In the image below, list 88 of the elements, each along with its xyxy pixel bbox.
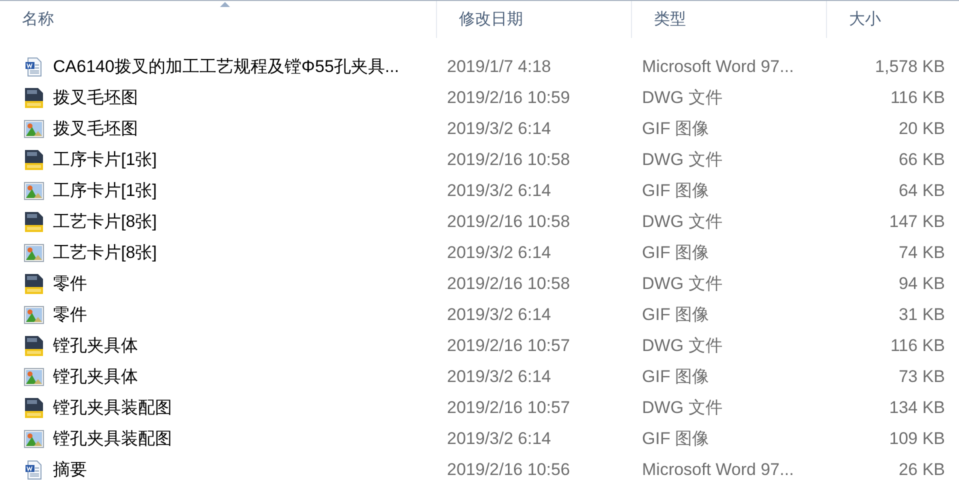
modified-date: 2019/2/16 10:57 [447,398,570,417]
modified-date: 2019/3/2 6:14 [447,180,551,200]
column-header[interactable]: 修改日期 [437,1,632,38]
file-name: 镗孔夹具体 [53,334,138,357]
file-size: 20 KB [898,118,945,140]
file-name: 镗孔夹具装配图 [53,396,172,419]
file-type: GIF 图像 [642,242,710,262]
file-size: 66 KB [898,148,945,171]
file-row[interactable]: 工序卡片[1张] 2019/3/2 6:14 GIF 图像 64 KB [0,175,959,206]
file-type: DWG 文件 [642,274,722,293]
file-row[interactable]: 零件 2019/3/2 6:14 GIF 图像 31 KB [0,299,959,330]
modified-date: 2019/3/2 6:14 [447,304,551,324]
modified-date: 2019/2/16 10:56 [447,460,570,479]
file-size: 116 KB [890,334,945,357]
file-row[interactable]: 镗孔夹具体 2019/3/2 6:14 GIF 图像 73 KB [0,361,959,392]
file-name: 工序卡片[1张] [53,148,157,171]
file-size: 147 KB [889,210,945,233]
file-row[interactable]: 镗孔夹具装配图 2019/3/2 6:14 GIF 图像 109 KB [0,423,959,454]
file-type: GIF 图像 [642,304,710,324]
file-row[interactable]: 镗孔夹具装配图 2019/2/16 10:57 DWG 文件 134 KB [0,392,959,423]
file-type: DWG 文件 [642,398,722,417]
file-size: 116 KB [890,86,945,109]
modified-date: 2019/3/2 6:14 [447,118,551,138]
file-name: 零件 [53,304,87,326]
drawing-file-icon [24,86,44,108]
modified-date: 2019/2/16 10:58 [447,212,570,231]
file-name: 镗孔夹具装配图 [53,428,172,450]
file-type: GIF 图像 [642,366,710,386]
file-name: 工艺卡片[8张] [53,210,157,233]
modified-date: 2019/3/2 6:14 [447,428,551,448]
file-type: DWG 文件 [642,88,722,107]
file-row[interactable]: 工艺卡片[8张] 2019/3/2 6:14 GIF 图像 74 KB [0,237,959,268]
file-size: 64 KB [898,180,945,202]
image-file-icon [24,182,44,200]
file-name: 零件 [53,272,87,295]
file-row[interactable]: 零件 2019/2/16 10:58 DWG 文件 94 KB [0,268,959,299]
file-row[interactable]: 拨叉毛坯图 2019/2/16 10:59 DWG 文件 116 KB [0,82,959,113]
file-row[interactable]: CA6140拨叉的加工工艺规程及镗Φ55孔夹具... 2019/1/7 4:18 Microsoft Word 97... 1,578 KB [0,51,959,82]
drawing-file-icon [24,272,44,294]
modified-date: 2019/3/2 6:14 [447,242,551,262]
file-size: 73 KB [898,366,945,388]
document-icon [25,56,43,76]
modified-date: 2019/3/2 6:14 [447,366,551,386]
drawing-file-icon [24,396,44,418]
file-row[interactable]: 摘要 2019/2/16 10:56 Microsoft Word 97... 26 KB [0,454,959,480]
column-header[interactable]: 名称 [0,1,437,38]
drawing-file-icon [24,148,44,170]
file-row[interactable]: 工艺卡片[8张] 2019/2/16 10:58 DWG 文件 147 KB [0,206,959,237]
file-row[interactable]: 镗孔夹具体 2019/2/16 10:57 DWG 文件 116 KB [0,330,959,361]
modified-date: 2019/2/16 10:59 [447,88,570,107]
file-type: Microsoft Word 97... [642,56,794,76]
image-file-icon [24,430,44,448]
image-file-icon [24,244,44,262]
file-name: 镗孔夹具体 [53,366,138,388]
file-type: GIF 图像 [642,428,710,448]
drawing-file-icon [24,210,44,232]
file-type: DWG 文件 [642,336,722,355]
image-file-icon [24,368,44,386]
file-name: 工序卡片[1张] [53,180,157,202]
file-name: 工艺卡片[8张] [53,242,157,264]
modified-date: 2019/2/16 10:58 [447,150,570,169]
file-size: 94 KB [898,272,945,295]
file-name: 拨叉毛坯图 [53,118,138,140]
file-size: 74 KB [898,242,945,264]
file-row[interactable]: 工序卡片[1张] 2019/2/16 10:58 DWG 文件 66 KB [0,144,959,175]
file-type: GIF 图像 [642,180,710,200]
file-row[interactable]: 拨叉毛坯图 2019/3/2 6:14 GIF 图像 20 KB [0,113,959,144]
file-size: 109 KB [889,428,945,450]
sort-arrow-icon [219,1,231,7]
file-size: 26 KB [898,458,945,480]
file-name: 拨叉毛坯图 [53,86,138,109]
file-name: 摘要 [53,458,87,480]
file-type: GIF 图像 [642,118,710,138]
file-type: DWG 文件 [642,212,722,231]
drawing-file-icon [24,334,44,356]
file-size: 1,578 KB [875,56,945,78]
modified-date: 2019/2/16 10:57 [447,336,570,355]
file-size: 134 KB [889,396,945,419]
image-file-icon [24,306,44,324]
column-header[interactable]: 大小 [827,1,959,38]
modified-date: 2019/1/7 4:18 [447,56,551,76]
file-size: 31 KB [898,304,945,326]
file-type: DWG 文件 [642,150,722,169]
modified-date: 2019/2/16 10:58 [447,274,570,293]
image-file-icon [24,120,44,138]
column-header[interactable]: 类型 [632,1,827,38]
file-type: Microsoft Word 97... [642,460,794,479]
file-name: CA6140拨叉的加工工艺规程及镗Φ55孔夹具... [53,56,400,78]
